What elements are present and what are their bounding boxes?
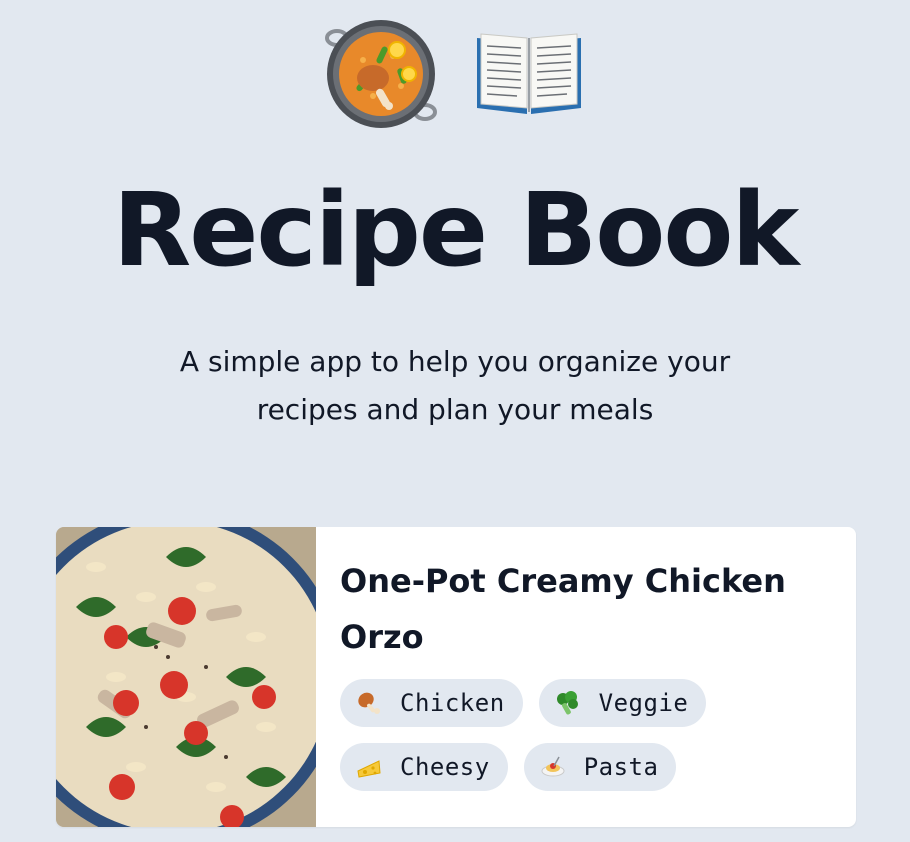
tag-label: Veggie [598,689,689,717]
recipe-image [56,527,342,827]
recipe-body: One-Pot Creamy Chicken Orzo Chicken Vegg… [316,527,856,827]
cheese-icon [354,752,384,782]
page-subtitle: A simple app to help you organize your r… [0,338,910,434]
tag-pasta[interactable]: Pasta [523,743,677,791]
page: Recipe Book A simple app to help you org… [0,0,910,842]
hero-icons [0,16,910,132]
page-title: Recipe Book [112,171,800,290]
broccoli-icon [553,688,583,718]
tag-cheesy[interactable]: Cheesy [340,743,508,791]
tag-veggie[interactable]: Veggie [538,679,707,727]
tag-label: Cheesy [400,753,490,781]
tag-label: Chicken [400,689,505,717]
subtitle-line-2: recipes and plan your meals [256,393,654,426]
recipe-title[interactable]: One-Pot Creamy Chicken Orzo [340,553,810,665]
open-book-icon [471,16,587,132]
tag-label: Pasta [583,753,659,781]
tag-chicken[interactable]: Chicken [340,679,523,727]
recipe-tags: Chicken Veggie Cheesy Pasta [340,679,740,791]
recipe-card[interactable]: One-Pot Creamy Chicken Orzo Chicken Vegg… [56,527,856,827]
paella-icon [323,16,439,132]
subtitle-line-1: A simple app to help you organize your [179,345,731,378]
spaghetti-icon [538,752,568,782]
poultry-leg-icon [354,688,384,718]
